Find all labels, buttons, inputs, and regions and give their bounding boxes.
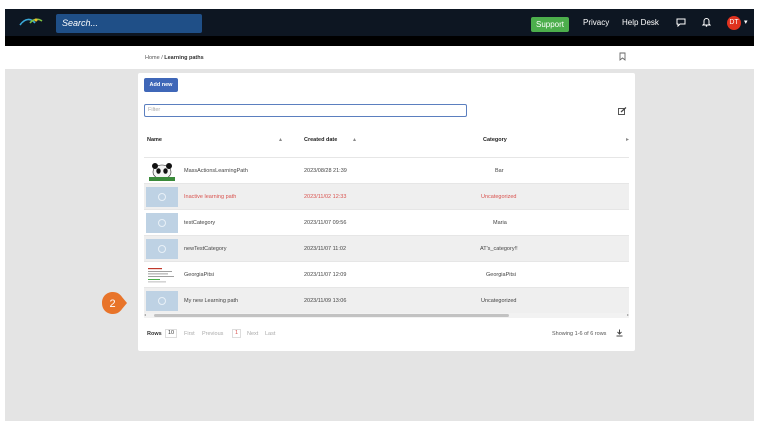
edit-columns-icon[interactable] [618, 107, 627, 115]
learning-path-name[interactable]: testCategory [184, 220, 215, 226]
scroll-left-icon[interactable]: ◂ [144, 312, 146, 317]
support-button[interactable]: Support [531, 17, 569, 32]
scrollbar-thumb[interactable] [154, 314, 509, 317]
column-header-category[interactable]: Category [483, 137, 507, 143]
column-header-name[interactable]: Name [147, 137, 162, 143]
app-frame: Search... Support Privacy Help Desk DT ▾… [5, 9, 754, 421]
table-row[interactable]: GeorgiaPitsi 2023/11/07 12:09 GeorgiaPit… [144, 261, 629, 287]
sort-icon[interactable]: ▴ [353, 136, 356, 143]
created-date: 2023/11/07 12:09 [304, 272, 347, 278]
category: AT's_category!! [480, 246, 518, 252]
category: Uncategorized [481, 194, 517, 200]
learning-path-name[interactable]: GeorgiaPitsi [184, 272, 214, 278]
table-row[interactable]: MassActionsLearningPath 2023/08/28 21:39… [144, 157, 629, 183]
table-row[interactable]: My new Learning path 2023/11/09 13:06 Un… [144, 287, 629, 313]
breadcrumb: Home / Learning paths [145, 55, 204, 61]
search-input[interactable]: Search... [56, 14, 202, 33]
category: GeorgiaPitsi [486, 272, 516, 278]
learning-path-name[interactable]: MassActionsLearningPath [184, 168, 248, 174]
image-placeholder-icon [158, 245, 166, 253]
horizontal-scrollbar[interactable]: ◂ ▸ [144, 312, 629, 318]
learning-path-name[interactable]: My new Learning path [184, 298, 238, 304]
navbar-divider [5, 36, 754, 46]
learning-path-thumbnail [146, 291, 178, 311]
learning-path-thumbnail [146, 213, 178, 233]
created-date: 2023/11/09 13:06 [304, 298, 347, 304]
rows-label: Rows [147, 331, 162, 337]
table-row[interactable]: testCategory 2023/11/07 09:56 Maria [144, 209, 629, 235]
top-navbar: Search... Support Privacy Help Desk DT ▾ [5, 9, 754, 36]
bookmark-icon[interactable] [619, 52, 626, 61]
breadcrumb-separator: / [161, 55, 163, 61]
learning-path-thumbnail [146, 187, 178, 207]
step-callout-badge: 2 [102, 292, 127, 314]
category: Bar [495, 168, 504, 174]
first-page-button[interactable]: First [184, 331, 195, 337]
breadcrumb-bar: Home / Learning paths [5, 46, 754, 69]
privacy-link[interactable]: Privacy [583, 18, 609, 27]
avatar[interactable]: DT [727, 16, 741, 30]
created-date: 2023/11/07 09:56 [304, 220, 347, 226]
category: Uncategorized [481, 298, 517, 304]
learning-path-thumbnail [146, 239, 178, 259]
bell-icon[interactable] [702, 17, 711, 27]
last-page-button[interactable]: Last [265, 331, 275, 337]
category: Maria [493, 220, 507, 226]
learning-path-name[interactable]: Inactive learning path [184, 194, 236, 200]
learning-path-name[interactable]: newTestCategory [184, 246, 227, 252]
created-date: 2023/11/07 11:02 [304, 246, 347, 252]
current-page-button[interactable]: 1 [232, 329, 241, 338]
table-row[interactable]: Inactive learning path 2023/11/02 12:33 … [144, 183, 629, 209]
showing-rows-text: Showing 1-6 of 6 rows [552, 331, 607, 337]
learning-path-thumbnail [146, 265, 178, 285]
table-row[interactable]: newTestCategory 2023/11/07 11:02 AT's_ca… [144, 235, 629, 261]
filter-input[interactable]: Filter [144, 104, 467, 117]
helpdesk-link[interactable]: Help Desk [622, 18, 659, 27]
previous-page-button[interactable]: Previous [202, 331, 223, 337]
image-placeholder-icon [158, 297, 166, 305]
sort-icon[interactable]: ▴ [279, 136, 282, 143]
learning-path-thumbnail [146, 161, 178, 181]
page-size-select[interactable]: 10 [165, 329, 177, 338]
column-header-created[interactable]: Created date [304, 137, 337, 143]
next-page-button[interactable]: Next [247, 331, 258, 337]
created-date: 2023/08/28 21:39 [304, 168, 347, 174]
add-new-button[interactable]: Add new [144, 78, 178, 92]
step-number: 2 [109, 298, 115, 310]
sort-icon[interactable]: ▸ [626, 136, 629, 143]
breadcrumb-current: Learning paths [164, 55, 204, 61]
download-icon[interactable] [616, 329, 623, 337]
image-placeholder-icon [158, 219, 166, 227]
learning-paths-panel: Add new Filter Name ▴ Created date ▴ Cat… [138, 73, 635, 351]
created-date: 2023/11/02 12:33 [304, 194, 347, 200]
chevron-down-icon[interactable]: ▾ [744, 18, 748, 26]
chat-icon[interactable] [676, 18, 686, 27]
scroll-right-icon[interactable]: ▸ [627, 312, 629, 317]
breadcrumb-home[interactable]: Home [145, 55, 160, 61]
image-placeholder-icon [158, 193, 166, 201]
logo-icon[interactable] [17, 14, 45, 30]
